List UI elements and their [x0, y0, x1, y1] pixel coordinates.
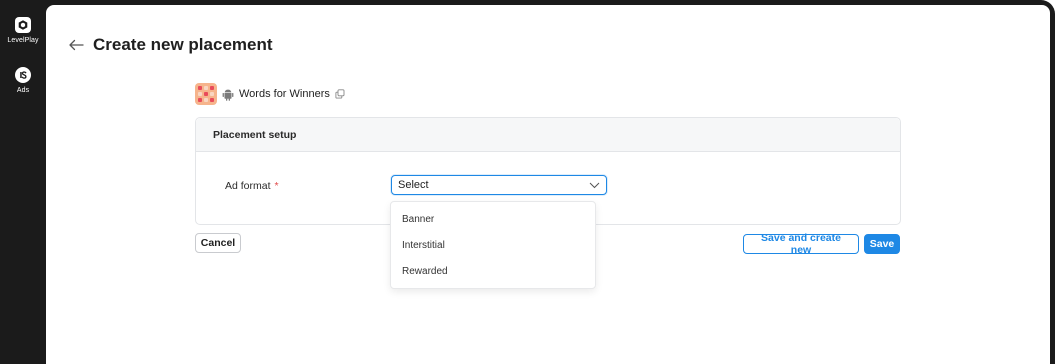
sidebar-item-label: LevelPlay: [7, 37, 39, 44]
save-and-create-new-button[interactable]: Save and create new: [743, 232, 859, 256]
main-content: Create new placement Words for Winners P…: [46, 5, 1050, 364]
app-info: Words for Winners: [195, 83, 345, 105]
android-icon: [222, 89, 234, 101]
ironsource-logo-icon: [15, 67, 31, 83]
ad-format-dropdown: Banner Interstitial Rewarded: [390, 201, 596, 289]
app-icon: [195, 83, 217, 105]
dropdown-option-interstitial[interactable]: Interstitial: [391, 232, 595, 258]
ad-format-label: Ad format *: [225, 180, 279, 192]
page-title: Create new placement: [93, 35, 273, 54]
sidebar: LevelPlay Ads: [0, 0, 46, 364]
field-label-text: Ad format: [225, 180, 271, 192]
select-value: Select: [398, 179, 429, 191]
page-header: Create new placement: [68, 35, 273, 55]
dropdown-option-banner[interactable]: Banner: [391, 206, 595, 232]
sidebar-item-ads[interactable]: Ads: [0, 67, 46, 94]
sidebar-item-levelplay[interactable]: LevelPlay: [0, 17, 46, 44]
required-marker: *: [274, 180, 279, 192]
levelplay-logo-icon: [15, 17, 31, 33]
app-name: Words for Winners: [239, 88, 330, 100]
arrow-left-icon[interactable]: [68, 38, 84, 52]
copy-icon[interactable]: [335, 89, 345, 99]
sidebar-item-label: Ads: [16, 87, 30, 94]
ad-format-select[interactable]: Select: [391, 175, 607, 195]
dropdown-option-rewarded[interactable]: Rewarded: [391, 258, 595, 284]
card-title: Placement setup: [196, 118, 900, 152]
save-button[interactable]: Save: [864, 234, 900, 254]
chevron-down-icon: [589, 182, 600, 188]
cancel-button[interactable]: Cancel: [195, 233, 241, 253]
